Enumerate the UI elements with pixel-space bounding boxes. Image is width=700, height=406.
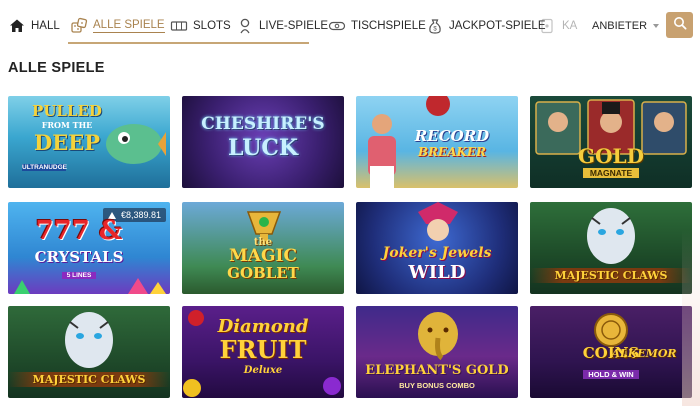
live-dealer-icon <box>236 17 254 35</box>
game-subtitle: HOLD & WIN <box>583 370 639 379</box>
game-tile-majestic-claws[interactable]: MAJESTIC CLAWS <box>530 202 692 294</box>
card-icon <box>539 17 557 35</box>
search-icon <box>673 16 687 35</box>
nav-tischspiele[interactable]: TISCHSPIELE <box>328 14 426 38</box>
nav-kartenspiele[interactable]: KA <box>539 14 577 38</box>
game-title-line2: LUCK <box>227 135 299 161</box>
chevron-down-icon <box>653 24 660 28</box>
page-title: ALLE SPIELE <box>8 60 105 76</box>
nav-live-spiele-label: LIVE-SPIELE <box>259 20 329 32</box>
game-title-line2: FROM THE <box>41 120 93 130</box>
game-tile-pulled-from-the-deep[interactable]: PULLED FROM THE DEEP ULTRANUDGE <box>8 96 170 188</box>
background-decoration <box>682 230 700 406</box>
provider-dropdown-label: ANBIETER <box>592 20 648 32</box>
game-title-line3: Deluxe <box>243 365 283 376</box>
game-title: Joker's Jewels <box>382 245 492 261</box>
provider-dropdown[interactable]: ANBIETER <box>592 18 660 34</box>
game-tile-gold-magnate[interactable]: GOLD MAGNATE <box>530 96 692 188</box>
nav-slots-label: SLOTS <box>193 20 231 32</box>
nav-section-underline <box>68 42 309 44</box>
game-subtitle: ULTRANUDGE <box>22 164 68 171</box>
game-title-line2: MAGIC <box>228 246 297 266</box>
game-title-line2: CRYSTALS <box>34 248 124 266</box>
slot-machine-icon <box>170 17 188 35</box>
game-subtitle: BUY BONUS COMBO <box>399 381 475 390</box>
game-tile-elephants-gold[interactable]: ELEPHANT'S GOLD BUY BONUS COMBO <box>356 306 518 398</box>
nav-tischspiele-label: TISCHSPIELE <box>351 20 426 32</box>
game-tile-coins-of-alkemor[interactable]: COINS ALKEMOR HOLD & WIN <box>530 306 692 398</box>
nav-hall-label: HALL <box>31 20 60 32</box>
game-subtitle: MAGNATE <box>583 168 639 178</box>
search-button[interactable] <box>666 12 693 38</box>
game-title-line2: ALKEMOR <box>611 347 677 360</box>
game-tile-record-breaker[interactable]: RECORD BREAKER <box>356 96 518 188</box>
money-bag-icon: $ <box>426 17 444 35</box>
nav-jackpot-spiele[interactable]: $ JACKPOT-SPIELE <box>426 14 546 38</box>
game-tile-magic-goblet[interactable]: the MAGIC GOBLET <box>182 202 344 294</box>
game-title-line2: BREAKER <box>417 145 487 159</box>
home-icon <box>8 17 26 35</box>
game-title-line2: WILD <box>408 262 466 283</box>
dice-icon <box>70 17 88 35</box>
game-title: ELEPHANT'S GOLD <box>365 363 509 378</box>
game-tile-majestic-claws-2[interactable]: MAJESTIC CLAWS <box>8 306 170 398</box>
game-title: MAJESTIC CLAWS <box>8 372 170 387</box>
game-title-line3: GOBLET <box>227 264 299 282</box>
svg-text:$: $ <box>433 27 437 33</box>
nav-live-spiele[interactable]: LIVE-SPIELE <box>236 14 328 38</box>
game-title: Diamond <box>217 316 309 337</box>
nav-kartenspiele-label: KA <box>562 20 578 32</box>
game-title-line3: DEEP <box>33 130 100 155</box>
game-title: MAJESTIC CLAWS <box>530 268 692 283</box>
nav-jackpot-spiele-label: JACKPOT-SPIELE <box>449 20 546 32</box>
game-tile-jokers-jewels-wild[interactable]: Joker's Jewels WILD <box>356 202 518 294</box>
game-title: GOLD <box>578 144 644 168</box>
nav-slots[interactable]: SLOTS <box>170 14 231 38</box>
game-title: CHESHIRE'S <box>201 114 325 134</box>
game-tile-diamond-fruit-deluxe[interactable]: Diamond FRUIT Deluxe <box>182 306 344 398</box>
game-title: RECORD <box>414 127 490 145</box>
game-title-line2: FRUIT <box>219 335 307 364</box>
game-tile-777-crystals[interactable]: €8,389.81 777 & CRYSTALS 5 LINES <box>8 202 170 294</box>
nav-alle-spiele-label: ALLE SPIELE <box>93 19 165 33</box>
game-tile-cheshires-luck[interactable]: CHESHIRE'S LUCK <box>182 96 344 188</box>
game-title: 777 & <box>35 216 123 246</box>
nav-alle-spiele[interactable]: ALLE SPIELE <box>70 14 165 38</box>
game-title: PULLED <box>32 102 102 120</box>
chip-icon <box>328 17 346 35</box>
nav-hall[interactable]: HALL <box>8 14 60 38</box>
